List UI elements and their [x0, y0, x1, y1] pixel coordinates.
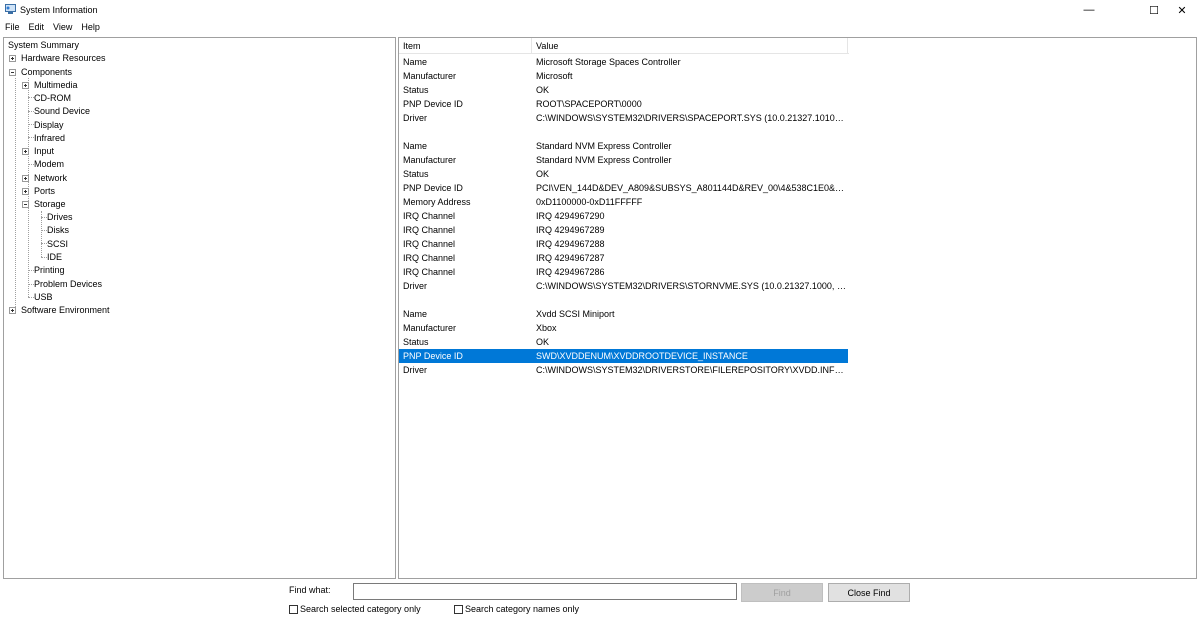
collapse-icon[interactable]	[22, 201, 29, 208]
list-item[interactable]: Driver C:\WINDOWS\SYSTEM32\DRIVERS\SPACEP…	[399, 111, 848, 125]
tree-item-display[interactable]: Display	[33, 119, 65, 132]
category-tree[interactable]: System Summary Hardware Resources Compon…	[3, 37, 396, 579]
expand-icon[interactable]	[22, 148, 29, 155]
tree-item-problem-devices[interactable]: Problem Devices	[33, 278, 103, 291]
tree-item-system-summary[interactable]: System Summary	[7, 39, 80, 52]
list-item[interactable]: IRQ Channel IRQ 4294967289	[399, 223, 848, 237]
list-item[interactable]: Name Microsoft Storage Spaces Controller	[399, 55, 848, 69]
column-header-value[interactable]: Value	[532, 38, 848, 54]
list-item[interactable]: Driver C:\WINDOWS\SYSTEM32\DRIVERS\STORNV…	[399, 279, 848, 293]
list-item[interactable]: Name Standard NVM Express Controller	[399, 139, 848, 153]
tree-item-usb[interactable]: USB	[33, 291, 54, 304]
tree-item-cd-rom[interactable]: CD-ROM	[33, 92, 72, 105]
search-selected-category-label: Search selected category only	[300, 604, 421, 614]
tree-item-disks[interactable]: Disks	[46, 224, 70, 237]
title-bar: System Information — ☐ ✕	[0, 0, 1200, 20]
tree-item-modem[interactable]: Modem	[33, 158, 65, 171]
search-category-names-checkbox[interactable]: Search category names only	[454, 604, 579, 614]
menu-help[interactable]: Help	[76, 20, 104, 36]
list-item[interactable]: IRQ Channel IRQ 4294967287	[399, 251, 848, 265]
expand-icon[interactable]	[22, 188, 29, 195]
tree-item-software-environment[interactable]: Software Environment	[20, 304, 111, 317]
list-item[interactable]: IRQ Channel IRQ 4294967288	[399, 237, 848, 251]
tree-item-sound-device[interactable]: Sound Device	[33, 105, 91, 118]
list-item[interactable]: Status OK	[399, 167, 848, 181]
list-item[interactable]: Driver C:\WINDOWS\SYSTEM32\DRIVERSTORE\FI…	[399, 363, 848, 377]
list-item[interactable]	[399, 293, 848, 307]
list-item[interactable]: Status OK	[399, 83, 848, 97]
checkbox-box[interactable]	[454, 604, 463, 614]
window-title: System Information	[20, 5, 98, 15]
list-item[interactable]: Manufacturer Xbox	[399, 321, 848, 335]
tree-item-network[interactable]: Network	[33, 172, 68, 185]
tree-item-multimedia[interactable]: Multimedia	[33, 79, 79, 92]
expand-icon[interactable]	[9, 307, 16, 314]
list-item[interactable]: Status OK	[399, 335, 848, 349]
expand-icon[interactable]	[22, 82, 29, 89]
system-information-icon	[5, 4, 16, 14]
tree-item-input[interactable]: Input	[33, 145, 55, 158]
list-item[interactable]: Memory Address 0xD1100000-0xD11FFFFF	[399, 195, 848, 209]
list-item[interactable]: Name Xvdd SCSI Miniport	[399, 307, 848, 321]
search-selected-category-checkbox[interactable]: Search selected category only	[289, 604, 421, 614]
close-find-button[interactable]: Close Find	[828, 583, 910, 602]
search-category-names-label: Search category names only	[465, 604, 580, 614]
column-header-item[interactable]: Item	[399, 38, 532, 54]
menu-edit[interactable]: Edit	[24, 20, 49, 36]
find-button[interactable]: Find	[741, 583, 823, 602]
tree-item-drives[interactable]: Drives	[46, 211, 74, 224]
tree-item-storage[interactable]: Storage	[33, 198, 67, 211]
menu-file[interactable]: File	[0, 20, 24, 36]
tree-item-infrared[interactable]: Infrared	[33, 132, 66, 145]
list-item[interactable]: PNP Device ID PCI\VEN_144D&DEV_A809&SUBSY…	[399, 181, 848, 195]
tree-item-hardware-resources[interactable]: Hardware Resources	[20, 52, 107, 65]
list-item[interactable]: Manufacturer Standard NVM Express Control…	[399, 153, 848, 167]
menu-view[interactable]: View	[48, 20, 76, 36]
list-item[interactable]: Manufacturer Microsoft	[399, 69, 848, 83]
list-header: Item Value	[399, 38, 849, 54]
find-bar: Find what: Find Close Find Search select…	[0, 580, 1200, 620]
expand-icon[interactable]	[9, 55, 16, 62]
list-item[interactable]: IRQ Channel IRQ 4294967290	[399, 209, 848, 223]
collapse-icon[interactable]	[9, 69, 16, 76]
find-what-label: Find what:	[289, 585, 331, 595]
details-list[interactable]: Item Value Name Microsoft Storage Spaces …	[398, 37, 1197, 579]
list-item[interactable]: IRQ Channel IRQ 4294967286	[399, 265, 848, 279]
checkbox-box[interactable]	[289, 604, 298, 614]
list-item[interactable]	[399, 125, 848, 139]
minimize-button[interactable]: —	[1067, 0, 1111, 20]
tree-item-printing[interactable]: Printing	[33, 264, 66, 277]
tree-item-ports[interactable]: Ports	[33, 185, 56, 198]
find-what-input[interactable]	[353, 583, 737, 600]
expand-icon[interactable]	[22, 175, 29, 182]
tree-item-ide[interactable]: IDE	[46, 251, 63, 264]
close-button[interactable]: ✕	[1164, 0, 1200, 20]
list-item[interactable]: PNP Device ID ROOT\SPACEPORT\0000	[399, 97, 848, 111]
tree-item-components[interactable]: Components	[20, 66, 73, 79]
tree-item-scsi[interactable]: SCSI	[46, 238, 69, 251]
menu-bar: File Edit View Help	[0, 20, 1200, 36]
list-item-selected[interactable]: PNP Device ID SWD\XVDDENUM\XVDDROOTDEVICE…	[399, 349, 848, 363]
tree-connector	[15, 78, 16, 311]
